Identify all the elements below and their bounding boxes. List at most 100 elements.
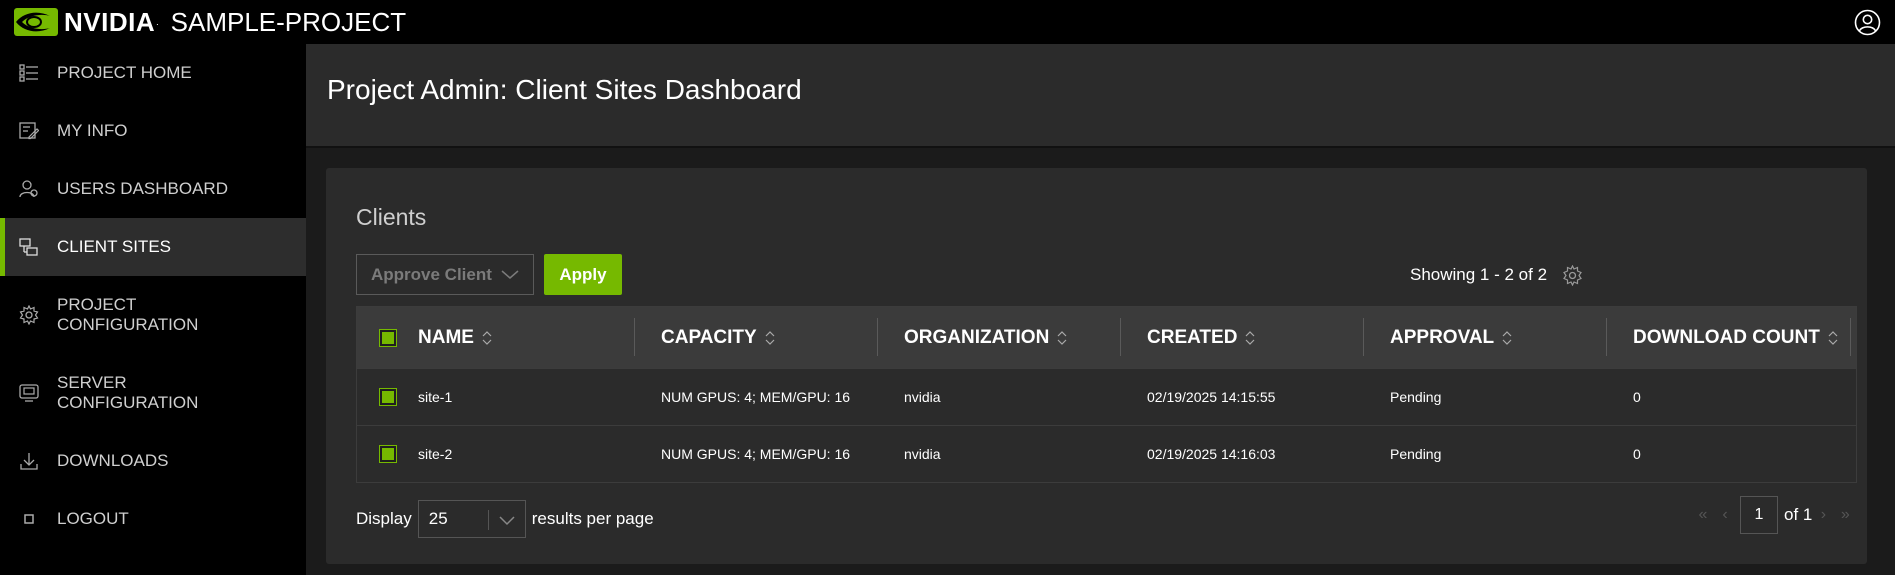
- table-row[interactable]: site-2 NUM GPUS: 4; MEM/GPU: 16 nvidia 0…: [357, 425, 1856, 482]
- previous-page-icon[interactable]: ‹: [1714, 506, 1736, 524]
- column-label: NAME: [418, 326, 474, 348]
- registered-mark: .: [156, 17, 159, 27]
- column-divider[interactable]: [634, 318, 635, 356]
- sidebar: PROJECT HOME MY INFO USERS DASHBOARD CLI…: [0, 44, 306, 575]
- cell-organization: nvidia: [904, 389, 941, 405]
- top-bar: NVIDIA . SAMPLE-PROJECT: [0, 0, 1895, 44]
- cell-created: 02/19/2025 14:15:55: [1147, 389, 1276, 405]
- display-label: Display: [356, 509, 412, 528]
- column-divider[interactable]: [1606, 318, 1607, 356]
- column-header-download-count[interactable]: DOWNLOAD COUNT: [1633, 307, 1838, 368]
- row-select-cell: [357, 446, 419, 462]
- column-header-organization[interactable]: ORGANIZATION: [904, 307, 1067, 368]
- last-page-icon[interactable]: »: [1834, 506, 1856, 524]
- per-page-select[interactable]: 25: [417, 500, 526, 538]
- select-divider: [487, 510, 489, 530]
- sidebar-item-label: MY INFO: [57, 121, 128, 140]
- column-header-created[interactable]: CREATED: [1147, 307, 1255, 368]
- column-label: CAPACITY: [661, 326, 757, 348]
- sidebar-item-client-sites[interactable]: CLIENT SITES: [0, 218, 306, 276]
- sidebar-item-downloads[interactable]: DOWNLOADS: [0, 432, 306, 490]
- table-row[interactable]: site-1 NUM GPUS: 4; MEM/GPU: 16 nvidia 0…: [357, 368, 1856, 425]
- sidebar-item-my-info[interactable]: MY INFO: [0, 102, 306, 160]
- sort-icon: [482, 330, 492, 345]
- page-header: Project Admin: Client Sites Dashboard: [306, 44, 1895, 148]
- column-header-capacity[interactable]: CAPACITY: [661, 307, 775, 368]
- page-number-input[interactable]: 1: [1740, 496, 1778, 534]
- users-icon: [19, 180, 38, 198]
- pagination: « ‹ 1 of 1 › »: [1692, 496, 1856, 534]
- first-page-icon[interactable]: «: [1692, 506, 1714, 524]
- sidebar-item-label: LOGOUT: [57, 509, 129, 528]
- column-divider[interactable]: [877, 318, 878, 356]
- cell-name: site-2: [418, 446, 453, 462]
- project-name: SAMPLE-PROJECT: [170, 6, 407, 37]
- nvidia-logo[interactable]: NVIDIA .: [14, 7, 159, 38]
- column-label: CREATED: [1147, 326, 1238, 348]
- page-total: of 1: [1784, 505, 1813, 524]
- row-checkbox[interactable]: [380, 446, 396, 462]
- brand-name: NVIDIA: [64, 6, 156, 37]
- next-page-icon[interactable]: ›: [1812, 506, 1834, 524]
- column-label: APPROVAL: [1390, 326, 1495, 348]
- sort-icon: [1502, 330, 1512, 345]
- cell-organization: nvidia: [904, 446, 941, 462]
- sidebar-item-label: USERS DASHBOARD: [57, 179, 228, 198]
- sort-icon: [1246, 330, 1255, 345]
- sidebar-item-project-home[interactable]: PROJECT HOME: [0, 44, 306, 102]
- cell-name: site-1: [418, 389, 453, 405]
- table-header-row: NAME CAPACITY ORGANIZATION CREATED APPRO…: [357, 307, 1856, 368]
- cell-approval: Pending: [1390, 446, 1442, 462]
- client-sites-icon: [19, 238, 38, 256]
- column-divider[interactable]: [1120, 318, 1121, 356]
- sidebar-item-server-configuration[interactable]: SERVER CONFIGURATION: [0, 354, 306, 432]
- square-icon: [24, 514, 34, 524]
- column-header-approval[interactable]: APPROVAL: [1390, 307, 1512, 368]
- clients-title: Clients: [356, 204, 427, 230]
- column-label: DOWNLOAD COUNT: [1633, 326, 1820, 348]
- page-title: Project Admin: Client Sites Dashboard: [327, 74, 802, 105]
- sort-icon: [1828, 330, 1838, 345]
- sort-icon: [765, 330, 775, 345]
- cell-download-count: 0: [1633, 389, 1641, 405]
- select-all-cell: [357, 329, 419, 346]
- gear-icon: [19, 305, 39, 325]
- sidebar-item-project-configuration[interactable]: PROJECT CONFIGURATION: [0, 276, 306, 354]
- clients-card: Clients Approve Client Apply Showing 1 -…: [326, 168, 1867, 564]
- column-label: ORGANIZATION: [904, 326, 1050, 348]
- chevron-down-icon: [499, 516, 515, 526]
- sidebar-item-label: DOWNLOADS: [57, 451, 169, 470]
- nvidia-eye-icon: [14, 8, 58, 36]
- sidebar-item-label: SERVER CONFIGURATION: [57, 373, 199, 412]
- bulk-action-select[interactable]: Approve Client: [356, 254, 534, 295]
- server-icon: [19, 384, 39, 402]
- column-divider[interactable]: [1850, 318, 1851, 356]
- per-page-value: 25: [428, 509, 448, 528]
- sidebar-item-label: CLIENT SITES: [57, 237, 171, 256]
- column-header-name[interactable]: NAME: [418, 307, 492, 368]
- per-page-suffix: results per page: [531, 509, 654, 528]
- apply-button[interactable]: Apply: [544, 254, 622, 295]
- bulk-action-value: Approve Client: [371, 264, 492, 284]
- settings-gear-icon[interactable]: [1562, 265, 1583, 286]
- main-content: Project Admin: Client Sites Dashboard Cl…: [306, 44, 1895, 575]
- sidebar-item-logout[interactable]: LOGOUT: [0, 490, 306, 548]
- cell-capacity: NUM GPUS: 4; MEM/GPU: 16: [661, 446, 851, 462]
- sidebar-item-label: PROJECT HOME: [57, 63, 192, 82]
- clients-table: NAME CAPACITY ORGANIZATION CREATED APPRO…: [356, 306, 1857, 483]
- row-select-cell: [357, 389, 419, 405]
- column-divider[interactable]: [1363, 318, 1364, 356]
- cell-approval: Pending: [1390, 389, 1442, 405]
- per-page-control: Display 25 results per page: [356, 500, 654, 538]
- row-checkbox[interactable]: [380, 389, 396, 405]
- edit-profile-icon: [19, 122, 39, 140]
- cell-download-count: 0: [1633, 446, 1641, 462]
- cell-created: 02/19/2025 14:16:03: [1147, 446, 1276, 462]
- list-icon: [19, 64, 38, 82]
- cell-capacity: NUM GPUS: 4; MEM/GPU: 16: [661, 389, 851, 405]
- results-count: Showing 1 - 2 of 2: [1410, 265, 1548, 284]
- sidebar-item-users-dashboard[interactable]: USERS DASHBOARD: [0, 160, 306, 218]
- user-account-icon[interactable]: [1854, 9, 1881, 36]
- sidebar-item-label: PROJECT CONFIGURATION: [57, 295, 199, 334]
- select-all-checkbox[interactable]: [380, 329, 396, 346]
